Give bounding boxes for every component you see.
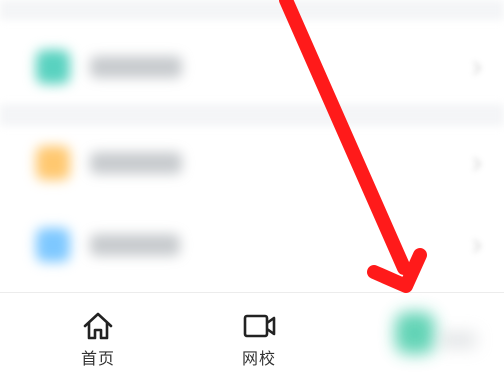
tab-online-school[interactable]: 网校 <box>219 293 299 374</box>
list-item-icon <box>36 146 70 180</box>
tab-home[interactable]: 首页 <box>58 293 138 374</box>
list-item[interactable] <box>0 24 504 110</box>
section-gap <box>0 0 504 20</box>
chevron-right-icon <box>472 156 482 171</box>
tab-home-label: 首页 <box>80 349 115 368</box>
list-item-text-blurred <box>90 56 182 78</box>
list-item[interactable] <box>0 202 504 288</box>
blurred-tab-icon[interactable] <box>395 312 435 354</box>
chevron-right-icon <box>472 60 482 75</box>
blurred-tab-label <box>440 332 476 348</box>
tab-online-school-label: 网校 <box>241 349 276 368</box>
chevron-right-icon <box>472 238 482 253</box>
list-item[interactable] <box>0 120 504 206</box>
list-item-icon <box>36 50 70 84</box>
video-camera-icon <box>243 314 276 338</box>
blurred-list <box>0 0 504 292</box>
list-item-text-blurred <box>90 152 182 174</box>
list-item-text-blurred <box>90 234 180 256</box>
home-icon <box>83 312 113 340</box>
list-item-icon <box>36 228 70 262</box>
